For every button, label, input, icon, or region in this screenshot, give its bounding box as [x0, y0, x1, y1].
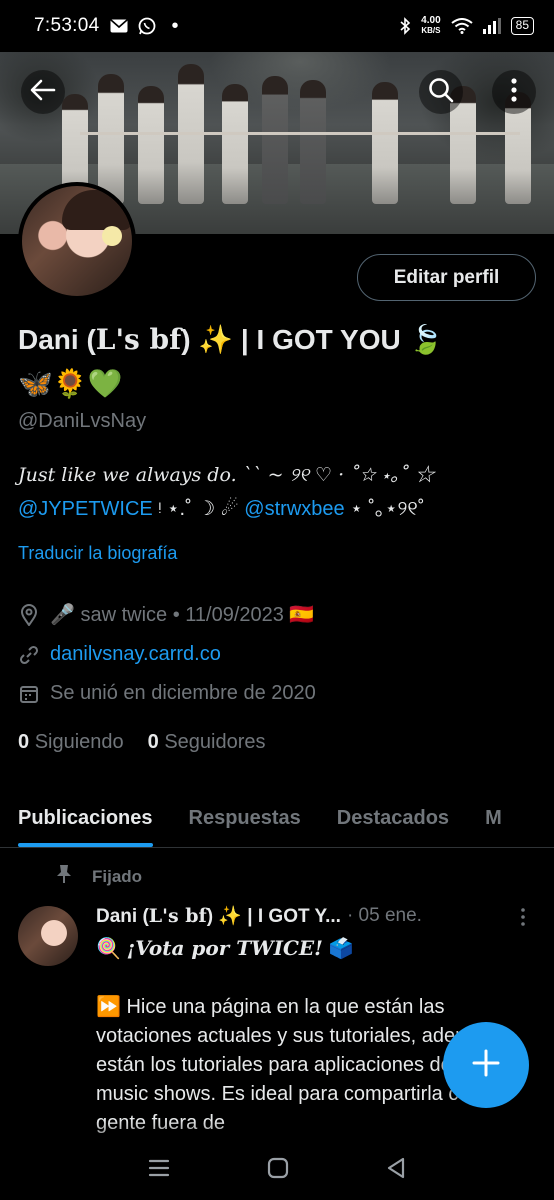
joined-text: Se unió en diciembre de 2020	[50, 682, 316, 704]
post-author-name[interactable]: Dani (L's bf) ✨ | I GOT Y...	[96, 904, 341, 928]
post-author-part2: ) ✨ | I GOT Y...	[206, 906, 341, 927]
post-text: ⏩ Hice una página en la que están las vo…	[96, 996, 493, 1134]
post-header: Dani (L's bf) ✨ | I GOT Y... · 05 ene.	[96, 904, 536, 928]
post-author-avatar[interactable]	[18, 906, 78, 966]
banner-hands	[80, 132, 520, 135]
banner-figure	[98, 74, 124, 204]
profile-bio: Just like we always do. `` ~ ୨୧ ♡ · ˚☆ ⋆…	[18, 458, 538, 526]
website-link[interactable]: danilvsnay.carrd.co	[50, 643, 221, 666]
bluetooth-icon	[399, 17, 411, 35]
post-line1-text: ¡Vota por TWICE!	[126, 936, 323, 960]
post-more-button[interactable]	[512, 904, 534, 934]
more-vertical-icon	[511, 77, 517, 107]
signal-icon	[482, 18, 501, 34]
pinned-label: Fijado	[92, 866, 143, 886]
post-author-part1: Dani (	[96, 906, 149, 927]
arrow-left-icon	[30, 79, 56, 106]
whatsapp-icon	[138, 17, 156, 35]
more-button[interactable]	[492, 70, 536, 114]
search-button[interactable]	[419, 70, 463, 114]
banner-figure	[262, 76, 288, 204]
back-button[interactable]	[21, 70, 65, 114]
following-count: 0	[18, 731, 30, 753]
compose-post-button[interactable]	[443, 1022, 529, 1108]
location-text: 🎤 saw twice • 11/09/2023 🇪🇸	[50, 604, 315, 626]
pinned-indicator: Fijado	[56, 864, 142, 889]
profile-name-serif: L's bf	[95, 323, 182, 356]
post-line1-emoji: 🍭	[96, 938, 127, 960]
post-date[interactable]: · 05 ene.	[347, 905, 422, 927]
avatar-flower	[102, 226, 122, 246]
profile-website: danilvsnay.carrd.co	[18, 643, 538, 666]
following-link[interactable]: 0 Siguiendo	[18, 731, 124, 754]
tab-publicaciones[interactable]: Publicaciones	[0, 790, 171, 847]
link-icon	[18, 644, 40, 666]
profile-location: 🎤 saw twice • 11/09/2023 🇪🇸	[18, 602, 538, 627]
back-nav-button[interactable]	[386, 1157, 406, 1184]
recent-apps-button[interactable]	[148, 1159, 170, 1182]
wifi-icon	[451, 18, 473, 34]
search-icon	[428, 77, 454, 108]
profile-tabs: Publicaciones Respuestas Destacados M	[0, 790, 554, 848]
banner-figure	[300, 80, 326, 204]
bio-mention-strwxbee[interactable]: @strwxbee	[244, 498, 344, 520]
pin-icon	[56, 864, 72, 889]
system-nav-bar	[0, 1140, 554, 1200]
home-button[interactable]	[267, 1157, 289, 1184]
tab-destacados[interactable]: Destacados	[319, 790, 467, 847]
profile-name-part1: Dani (	[18, 324, 96, 355]
tab-respuestas[interactable]: Respuestas	[171, 790, 319, 847]
translate-bio-link[interactable]: Traducir la biografía	[18, 543, 177, 564]
followers-label: Seguidores	[164, 731, 266, 753]
post-line1-end: 🗳️	[322, 938, 354, 960]
bio-line: Just like we always do. `` ~ ୨୧ ♡ · ˚☆ ⋆…	[18, 464, 435, 486]
banner-figure	[138, 86, 164, 204]
more-vertical-icon	[521, 907, 525, 931]
edit-profile-button[interactable]: Editar perfil	[357, 254, 536, 301]
network-speed-value: 4.00	[421, 15, 441, 26]
banner-figure	[372, 82, 398, 204]
bio-symbols: ᵎ ⋆.˚ ☽ ☄	[152, 498, 245, 520]
status-bar: 7:53:04 • 4.00 KB/S 85	[0, 0, 554, 52]
following-label: Siguiendo	[34, 731, 124, 753]
location-icon	[18, 603, 40, 626]
tab-multimedia[interactable]: M	[467, 790, 520, 847]
bio-mention-jypetwice[interactable]: @JYPETWICE	[18, 498, 153, 520]
bio-end-symbols: ⋆ ˚｡⋆୨୧˚	[344, 498, 425, 520]
battery-indicator: 85	[510, 17, 534, 35]
email-icon	[109, 19, 128, 33]
notification-dot: •	[171, 14, 179, 37]
profile-name-emojis: 🦋🌻💚	[18, 368, 123, 399]
profile-handle: @DaniLvsNay	[18, 410, 147, 432]
network-speed-unit: KB/S	[421, 26, 441, 35]
followers-count: 0	[147, 731, 159, 753]
profile-name-part2: ) ✨ | I GOT YOU 🍃	[181, 324, 444, 355]
post-author-serif: L's bf	[148, 905, 207, 927]
follow-stats: 0 Siguiendo 0 Seguidores	[18, 731, 266, 754]
status-time: 7:53:04	[34, 15, 100, 36]
profile-avatar[interactable]	[18, 182, 136, 300]
banner-figure	[222, 84, 248, 204]
profile-joined: Se unió en diciembre de 2020	[18, 682, 538, 705]
followers-link[interactable]: 0 Seguidores	[148, 731, 266, 754]
network-speed: 4.00 KB/S	[421, 16, 440, 36]
plus-icon	[471, 1048, 501, 1083]
calendar-icon	[18, 683, 40, 705]
profile-name: Dani (L's bf) ✨ | I GOT YOU 🍃 🦋🌻💚	[18, 318, 538, 406]
